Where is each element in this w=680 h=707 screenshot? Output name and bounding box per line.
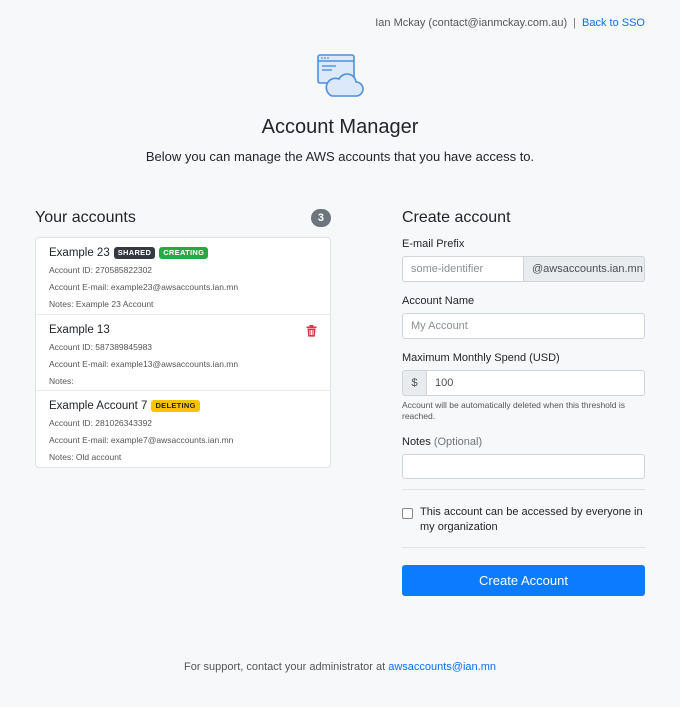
account-name: Example 23 xyxy=(49,247,110,259)
account-email: Account E-mail: example7@awsaccounts.ian… xyxy=(49,435,234,445)
account-id: Account ID: 281026343392 xyxy=(49,418,153,428)
accounts-header: Your accounts 3 xyxy=(35,207,331,229)
max-spend-group: $ 100 xyxy=(402,370,645,396)
account-email: Account E-mail: example13@awsaccounts.ia… xyxy=(49,359,239,369)
spend-help-text: Account will be automatically deleted wh… xyxy=(402,400,626,421)
account-count-badge: 3 xyxy=(310,209,331,227)
page-subtitle: Below you can manage the AWS accounts th… xyxy=(145,149,535,164)
notes-label: Notes (Optional) xyxy=(402,436,645,448)
account-item[interactable]: Example Account 7 DELETING Account ID: 2… xyxy=(36,391,330,467)
form-divider xyxy=(402,547,645,548)
email-domain-suffix: @awsaccounts.ian.mn xyxy=(523,256,645,282)
max-spend-label: Maximum Monthly Spend (USD) xyxy=(402,352,560,364)
account-item[interactable]: Example 13 Account ID: 587389845983 Acco… xyxy=(36,315,330,391)
account-notes: Notes: xyxy=(49,376,74,386)
notes-optional-hint: (Optional) xyxy=(433,436,483,448)
account-name: Example Account 7 xyxy=(49,400,148,412)
support-text: For support, contact your administrator … xyxy=(184,661,386,673)
support-footer: For support, contact your administrator … xyxy=(0,661,680,673)
share-option[interactable]: This account can be accessed by everyone… xyxy=(402,490,645,535)
notes-label-text: Notes xyxy=(402,436,431,448)
account-name-row: Example Account 7 DELETING xyxy=(49,400,317,412)
account-notes: Notes: Example 23 Account xyxy=(49,299,154,309)
max-spend-input[interactable]: 100 xyxy=(426,370,645,396)
accounts-panel: Your accounts 3 Example 23 SHARED CREATI… xyxy=(35,207,331,468)
account-email: Account E-mail: example23@awsaccounts.ia… xyxy=(49,282,239,292)
account-id: Account ID: 587389845983 xyxy=(49,342,153,352)
topbar-separator: | xyxy=(573,17,577,29)
accounts-heading: Your accounts xyxy=(35,209,136,226)
account-item[interactable]: Example 23 SHARED CREATING Account ID: 2… xyxy=(36,238,330,315)
trash-icon[interactable] xyxy=(306,325,317,337)
account-name-label: Account Name xyxy=(402,295,475,307)
create-account-button[interactable]: Create Account xyxy=(402,565,645,596)
back-to-sso-link[interactable]: Back to SSO xyxy=(582,17,645,29)
create-heading: Create account xyxy=(402,209,511,226)
support-email-link[interactable]: awsaccounts@ian.mn xyxy=(388,661,496,673)
account-notes: Notes: Old account xyxy=(49,452,122,462)
email-prefix-input[interactable]: some-identifier xyxy=(402,256,523,282)
email-prefix-group: some-identifier @awsaccounts.ian.mn xyxy=(402,256,645,282)
account-list: Example 23 SHARED CREATING Account ID: 2… xyxy=(35,237,331,468)
account-name: Example 13 xyxy=(49,324,110,336)
create-account-form: Create account E-mail Prefix some-identi… xyxy=(402,207,645,548)
account-name-row: Example 13 xyxy=(49,324,317,336)
shared-badge: SHARED xyxy=(113,247,156,259)
account-name-input[interactable]: My Account xyxy=(402,313,645,339)
notes-input[interactable] xyxy=(402,454,645,479)
page-title: Account Manager xyxy=(261,116,419,138)
shared-checkbox-label[interactable]: This account can be accessed by everyone… xyxy=(420,505,645,535)
shared-checkbox[interactable] xyxy=(402,508,413,519)
user-identity: Ian Mckay (contact@ianmckay.com.au) xyxy=(375,17,568,29)
user-bar: Ian Mckay (contact@ianmckay.com.au) | Back… xyxy=(375,17,645,29)
deleting-badge: DELETING xyxy=(151,400,200,412)
currency-prefix: $ xyxy=(402,370,426,396)
creating-badge: CREATING xyxy=(159,247,209,259)
browser-cloud-icon xyxy=(317,54,364,97)
account-name-row: Example 23 SHARED CREATING xyxy=(49,247,317,259)
account-id: Account ID: 270585822302 xyxy=(49,265,153,275)
email-prefix-label: E-mail Prefix xyxy=(402,238,465,250)
